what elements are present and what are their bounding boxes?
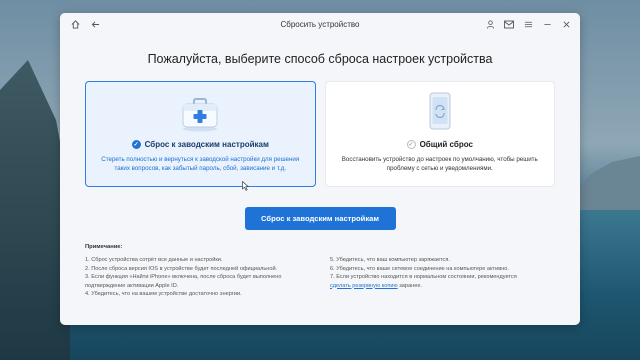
note-item-with-link: сделать резервную копию заранее. xyxy=(330,282,555,291)
note-item: 2. После сброса версия IOS в устройстве … xyxy=(85,265,278,272)
home-icon[interactable] xyxy=(70,19,80,29)
note-item: 5. Убедитесь, что ваш компьютер заряжает… xyxy=(330,257,450,263)
note-item: 7. Если устройство находится в нормально… xyxy=(330,274,517,280)
back-arrow-icon[interactable] xyxy=(90,19,100,29)
desktop-background-hill xyxy=(570,156,640,210)
close-icon[interactable] xyxy=(561,19,571,29)
notes-section: Примечание: 1. Сброс устройства сотрёт в… xyxy=(60,244,580,299)
title-bar: Сбросить устройство xyxy=(60,13,580,35)
menu-icon[interactable] xyxy=(523,19,533,29)
mail-icon[interactable] xyxy=(504,19,514,29)
note-item: подтверждение активации Apple ID. xyxy=(85,282,179,289)
backup-link[interactable]: сделать резервную копию xyxy=(330,283,398,289)
note-item: 1. Сброс устройства сотрёт все данные и … xyxy=(85,257,223,263)
unselected-check-icon: ✓ xyxy=(406,140,416,149)
note-item: 4. Убедитесь, что на вашем устройстве до… xyxy=(85,291,242,297)
option-general-reset[interactable]: ✓ Общий сброс Восстановить устройство до… xyxy=(324,81,555,187)
option-title: Сброс к заводским настройкам xyxy=(144,140,269,149)
notes-left-column: 1. Сброс устройства сотрёт все данные и … xyxy=(85,256,310,299)
option-description: Восстановить устройство до настроек по у… xyxy=(341,156,538,172)
reset-device-window: Сбросить устройство Пожалуйста, выберите… xyxy=(60,13,580,325)
selected-check-icon: ✓ xyxy=(131,140,141,149)
option-factory-reset[interactable]: ✓ Сброс к заводским настройкам Стереть п… xyxy=(85,81,316,187)
minimize-icon[interactable] xyxy=(542,19,552,29)
first-aid-kit-icon xyxy=(86,82,315,132)
note-link-tail: заранее. xyxy=(397,282,422,289)
note-item: 6. Убедитесь, что ваше сетевое соединени… xyxy=(330,265,509,272)
user-icon[interactable] xyxy=(485,19,495,29)
notes-right-column: 5. Убедитесь, что ваш компьютер заряжает… xyxy=(330,256,555,299)
notes-title: Примечание: xyxy=(85,244,123,250)
note-item: 3. Если функция «Найти iPhone» включена,… xyxy=(85,274,282,280)
factory-reset-button[interactable]: Сброс к заводским настройкам xyxy=(244,207,396,230)
option-description: Стереть полностью и вернуться к заводско… xyxy=(101,156,300,172)
phone-refresh-icon xyxy=(326,82,555,132)
mouse-cursor-icon xyxy=(242,178,250,196)
option-title: Общий сброс xyxy=(419,140,473,149)
page-title: Пожалуйста, выберите способ сброса настр… xyxy=(147,52,493,66)
